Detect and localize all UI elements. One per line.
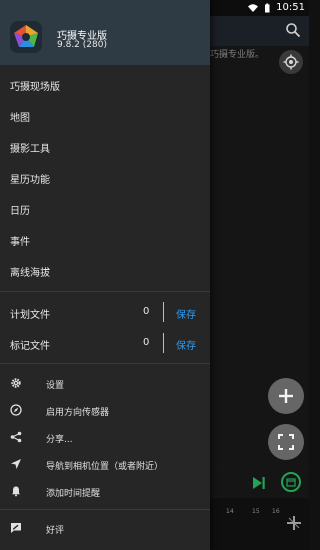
navigate-item[interactable]: 导航到相机位置（或者附近） bbox=[0, 456, 210, 474]
navigation-drawer: 巧摄专业版 9.8.2 (280) 巧摄现场版 地图 摄影工具 星历功能 日历 … bbox=[0, 0, 210, 550]
review-item[interactable]: 好评 bbox=[0, 520, 210, 538]
plan-file-label: 计划文件 bbox=[10, 310, 50, 321]
menu-item-map[interactable]: 地图 bbox=[10, 109, 30, 124]
direction-sensor-item[interactable]: 启用方向传感器 bbox=[0, 402, 210, 420]
compass-icon bbox=[10, 404, 22, 416]
plus-icon bbox=[279, 389, 293, 403]
settings-item[interactable]: 设置 bbox=[0, 375, 210, 393]
bell-icon bbox=[12, 486, 20, 497]
timeline-tick: 15 bbox=[252, 508, 260, 515]
share-icon bbox=[10, 431, 22, 443]
share-item[interactable]: 分享... bbox=[0, 429, 210, 447]
timeline-tick: 14 bbox=[226, 508, 234, 515]
separator bbox=[163, 302, 164, 322]
menu-item-offline-elevation[interactable]: 离线海拔 bbox=[10, 264, 50, 279]
navigation-arrow-icon bbox=[11, 459, 21, 469]
divider bbox=[0, 509, 210, 510]
calendar-icon bbox=[286, 478, 296, 487]
rate-review-icon bbox=[11, 523, 21, 533]
plan-file-save-button[interactable]: 保存 bbox=[176, 306, 196, 321]
menu-item-ephemeris[interactable]: 星历功能 bbox=[10, 171, 50, 186]
separator bbox=[163, 333, 164, 353]
calendar-button[interactable] bbox=[281, 472, 301, 492]
divider bbox=[0, 363, 210, 364]
marker-file-save-button[interactable]: 保存 bbox=[176, 337, 196, 352]
plan-file-count: 0 bbox=[143, 306, 150, 317]
locate-button[interactable] bbox=[279, 50, 303, 74]
fullscreen-icon bbox=[278, 434, 294, 450]
divider bbox=[0, 291, 210, 292]
marker-file-count: 0 bbox=[143, 337, 150, 348]
menu-item-events[interactable]: 事件 bbox=[10, 233, 30, 248]
menu-item-live-version[interactable]: 巧摄现场版 bbox=[10, 78, 60, 93]
crosshair-icon bbox=[283, 54, 299, 70]
marker-file-row: 标记文件 0 保存 bbox=[0, 333, 210, 353]
timeline-tick: 16 bbox=[272, 508, 280, 515]
direction-sensor-label: 启用方向传感器 bbox=[46, 408, 110, 418]
wifi-icon bbox=[248, 3, 259, 12]
status-time: 10:51 bbox=[276, 2, 305, 13]
app-version: 9.8.2 (280) bbox=[57, 40, 107, 50]
settings-label: 设置 bbox=[46, 381, 65, 391]
marker-file-label: 标记文件 bbox=[10, 341, 50, 352]
review-label: 好评 bbox=[46, 526, 65, 536]
menu-item-photo-tools[interactable]: 摄影工具 bbox=[10, 140, 50, 155]
app-logo-icon bbox=[10, 21, 42, 53]
time-reminder-item[interactable]: 添加时间提醒 bbox=[0, 483, 210, 501]
play-next-icon[interactable] bbox=[252, 476, 266, 490]
search-icon[interactable] bbox=[285, 22, 301, 38]
gear-icon bbox=[11, 378, 21, 388]
add-button[interactable] bbox=[268, 378, 304, 414]
drawer-header: 巧摄专业版 9.8.2 (280) bbox=[0, 0, 210, 65]
share-label: 分享... bbox=[46, 435, 73, 445]
hint-text: 巧摄专业版。 bbox=[210, 50, 265, 60]
sun-plus-icon[interactable] bbox=[283, 512, 305, 534]
fullscreen-button[interactable] bbox=[268, 424, 304, 460]
time-reminder-label: 添加时间提醒 bbox=[46, 489, 101, 499]
plan-file-row: 计划文件 0 保存 bbox=[0, 302, 210, 322]
battery-icon bbox=[265, 3, 270, 12]
menu-item-calendar[interactable]: 日历 bbox=[10, 202, 30, 217]
navigate-label: 导航到相机位置（或者附近） bbox=[46, 462, 164, 472]
